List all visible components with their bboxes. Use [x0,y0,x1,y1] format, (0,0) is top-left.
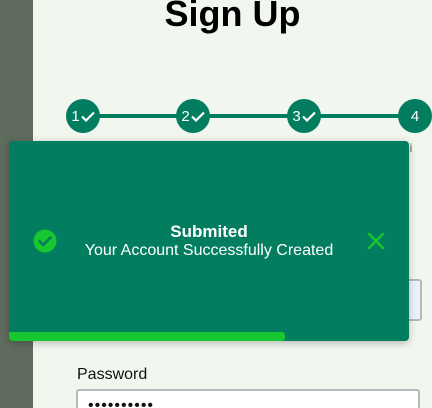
step-4-number: 4 [410,107,420,125]
password-field[interactable]: •••••••••• [76,389,420,408]
page-title: Sign Up [164,0,301,34]
success-toast: Submited Your Account Successfully Creat… [9,141,409,341]
step-1-number: 1 [71,107,80,125]
step-3-number: 3 [292,107,301,125]
stepper-track [85,114,415,118]
toast-title: Submited [170,222,248,241]
step-4[interactable]: 4 [398,99,432,133]
checkmark-icon [301,111,316,122]
step-3[interactable]: 3 [287,99,321,133]
toast-message: Your Account Successfully Created [84,242,334,259]
step-1[interactable]: 1 [66,99,100,133]
close-icon[interactable] [366,231,386,251]
password-label: Password [77,366,148,383]
toast-progress-bar [9,332,285,341]
checkmark-icon [190,111,205,122]
step-2[interactable]: 2 [176,99,210,133]
step-2-number: 2 [181,107,190,125]
checkmark-icon [80,111,95,122]
